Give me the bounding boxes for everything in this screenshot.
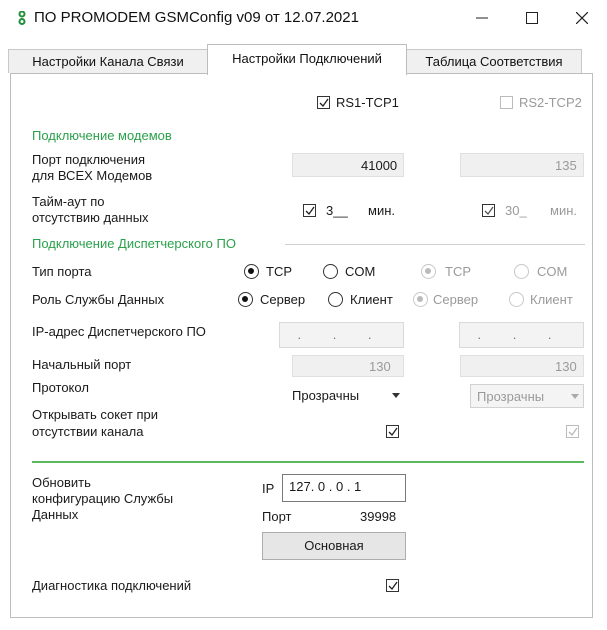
checkmark-icon bbox=[484, 206, 494, 216]
close-button[interactable] bbox=[560, 4, 604, 32]
section-dispatcher-heading: Подключение Диспетчерского ПО bbox=[32, 236, 236, 251]
modem-port-label-line1: Порт подключения bbox=[32, 152, 146, 167]
port-type-col2-tcp-radio[interactable] bbox=[421, 264, 436, 279]
rs1-tcp1-checkbox[interactable] bbox=[317, 96, 330, 109]
protocol-col2-value: Прозрачны bbox=[477, 389, 545, 404]
start-port-col2-value: 130 bbox=[555, 359, 577, 374]
main-button[interactable]: Основная bbox=[262, 532, 406, 560]
update-port-label: Порт bbox=[262, 509, 292, 524]
start-port-col2-field[interactable]: 130 bbox=[460, 355, 584, 377]
port-type-col1-com-radio[interactable] bbox=[323, 264, 338, 279]
maximize-button[interactable] bbox=[510, 4, 554, 32]
data-role-col1-client-label: Клиент bbox=[350, 292, 393, 307]
minimize-button[interactable] bbox=[460, 4, 504, 32]
checkmark-icon bbox=[319, 98, 329, 108]
open-socket-label-line2: отсутствии канала bbox=[32, 424, 144, 439]
tab-strip: Настройки Канала Связи Настройки Подключ… bbox=[0, 44, 607, 75]
minimize-icon bbox=[476, 17, 488, 19]
start-port-col1-value: 130 bbox=[369, 359, 391, 374]
protocol-label: Протокол bbox=[32, 380, 89, 395]
data-role-label: Роль Службы Данных bbox=[32, 292, 165, 307]
tab-channel-settings[interactable]: Настройки Канала Связи bbox=[8, 49, 208, 73]
dispatcher-ip-label: IP-адрес Диспетчерского ПО bbox=[32, 324, 206, 339]
data-role-col2-client-label: Клиент bbox=[530, 292, 573, 307]
maximize-icon bbox=[526, 12, 538, 24]
data-role-col1-client-radio[interactable] bbox=[328, 292, 343, 307]
chevron-down-icon bbox=[571, 394, 579, 399]
modem-port-label-line2: для ВСЕХ Модемов bbox=[32, 168, 153, 183]
update-config-label-line1: Обновить bbox=[32, 475, 91, 490]
tab-connection-settings[interactable]: Настройки Подключений bbox=[207, 44, 407, 75]
port-type-col1-tcp-radio[interactable] bbox=[244, 264, 259, 279]
data-role-col1-server-radio[interactable] bbox=[238, 292, 253, 307]
port-type-col2-com-radio[interactable] bbox=[514, 264, 529, 279]
rs2-tcp2-label: RS2-TCP2 bbox=[519, 95, 582, 110]
timeout-label-line1: Тайм-аут по bbox=[32, 194, 105, 209]
diagnostics-label: Диагностика подключений bbox=[32, 578, 192, 593]
data-role-col2-server-label: Сервер bbox=[433, 292, 479, 307]
port-type-col1-com-label: COM bbox=[345, 264, 376, 279]
port-type-col1-tcp-label: TCP bbox=[266, 264, 292, 279]
protocol-col1-value: Прозрачны bbox=[292, 388, 360, 403]
port-type-col2-tcp-label: TCP bbox=[445, 264, 471, 279]
start-port-col1-field[interactable]: 130 bbox=[292, 355, 404, 377]
data-role-col1-server-label: Сервер bbox=[260, 292, 306, 307]
dispatcher-ip-col2-field[interactable]: . . . bbox=[459, 322, 584, 348]
checkmark-icon bbox=[305, 206, 315, 216]
update-port-value: 39998 bbox=[360, 509, 397, 524]
modem-port-col1-value: 41000 bbox=[361, 158, 398, 173]
update-ip-label: IP bbox=[262, 481, 275, 496]
checkmark-icon bbox=[388, 427, 398, 437]
rs1-tcp1-label: RS1-TCP1 bbox=[336, 95, 399, 110]
diagnostics-checkbox[interactable] bbox=[386, 579, 399, 592]
update-ip-input[interactable]: 127. 0 . 0 . 1 bbox=[282, 474, 406, 502]
start-port-label: Начальный порт bbox=[32, 357, 132, 372]
app-icon bbox=[18, 11, 26, 25]
port-type-col2-com-label: COM bbox=[537, 264, 568, 279]
timeout-col2-value[interactable]: 30_ bbox=[505, 203, 527, 218]
timeout-col1-value[interactable]: 3__ bbox=[326, 203, 348, 218]
timeout-col2-checkbox[interactable] bbox=[482, 204, 495, 217]
timeout-label-line2: отсутствию данных bbox=[32, 210, 149, 225]
open-socket-col2-checkbox[interactable] bbox=[566, 425, 579, 438]
green-divider bbox=[32, 461, 584, 463]
dispatcher-ip-col1-field[interactable]: . . . bbox=[279, 322, 404, 348]
timeout-col2-unit: мин. bbox=[550, 203, 577, 218]
protocol-col1-select[interactable]: Прозрачны bbox=[290, 384, 404, 408]
open-socket-label-line1: Открывать сокет при bbox=[32, 407, 158, 422]
checkmark-icon bbox=[568, 427, 578, 437]
update-config-label-line2: конфигурацию Службы bbox=[32, 491, 174, 506]
tab-mapping-table[interactable]: Таблица Соответствия bbox=[406, 49, 582, 73]
timeout-col1-unit: мин. bbox=[368, 203, 395, 218]
rs2-tcp2-checkbox[interactable] bbox=[500, 96, 513, 109]
port-type-label: Тип порта bbox=[32, 264, 92, 279]
update-config-label-line3: Данных bbox=[32, 507, 79, 522]
data-role-col2-client-radio[interactable] bbox=[509, 292, 524, 307]
modem-port-col2-value: 135 bbox=[555, 158, 577, 173]
chevron-down-icon bbox=[392, 393, 400, 398]
open-socket-col1-checkbox[interactable] bbox=[386, 425, 399, 438]
close-icon bbox=[575, 11, 589, 25]
checkmark-icon bbox=[388, 581, 398, 591]
protocol-col2-select[interactable]: Прозрачны bbox=[470, 384, 584, 408]
section-modems-heading: Подключение модемов bbox=[32, 128, 172, 143]
window-title: ПО PROMODEM GSMConfig v09 от 12.07.2021 bbox=[34, 9, 359, 26]
data-role-col2-server-radio[interactable] bbox=[413, 292, 428, 307]
section-divider bbox=[285, 244, 585, 245]
modem-port-col2-field[interactable]: 135 bbox=[460, 153, 584, 177]
title-bar: ПО PROMODEM GSMConfig v09 от 12.07.2021 bbox=[0, 0, 607, 36]
timeout-col1-checkbox[interactable] bbox=[303, 204, 316, 217]
modem-port-col1-field[interactable]: 41000 bbox=[292, 153, 404, 177]
